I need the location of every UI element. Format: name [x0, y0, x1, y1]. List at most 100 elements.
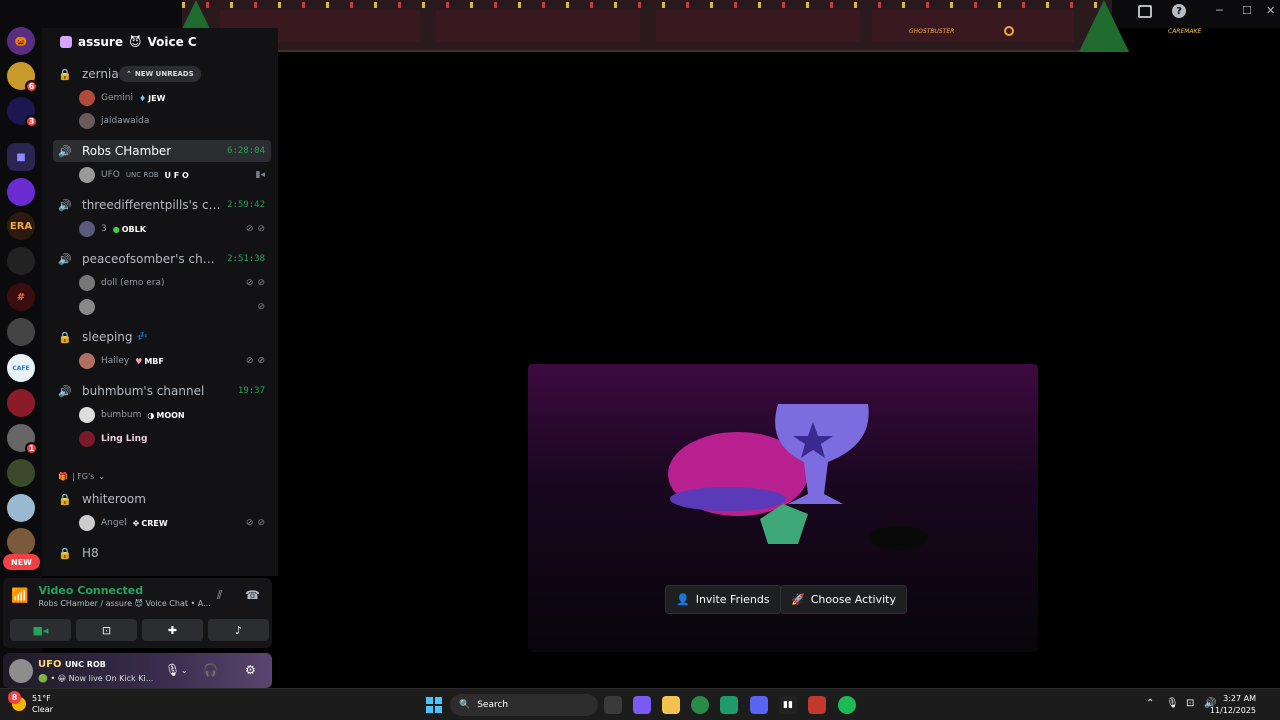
voice-member[interactable]: bumbum ◑ MOON	[79, 405, 271, 425]
activities-button[interactable]: ✚	[142, 619, 203, 641]
server-icon[interactable]	[7, 494, 35, 522]
maximize-icon[interactable]: ☐	[1242, 4, 1252, 17]
chevron-down-icon: ⌄	[98, 472, 106, 481]
home-icon	[60, 36, 72, 48]
close-icon[interactable]: ✕	[1266, 4, 1275, 17]
voice-member[interactable]: ⊘	[79, 297, 271, 317]
mic-muted-icon: ⊘	[245, 518, 254, 528]
taskbar-search[interactable]: 🔍 Search	[450, 694, 598, 716]
new-unreads-pill[interactable]: ⌃ NEW UNREADS	[119, 66, 201, 82]
channel-buhmbum[interactable]: 🔊 buhmbum's channel 19:37	[53, 380, 271, 402]
channel-list: ⌃ NEW UNREADS 🔒 zerniaa' Gemini ♦ JEW jaidaw…	[42, 28, 278, 576]
lock-icon: 🔒	[58, 546, 72, 560]
server-icon[interactable]	[7, 247, 35, 275]
choose-activity-button[interactable]: 🚀 Choose Activity	[780, 585, 907, 614]
invite-friends-button[interactable]: 👤 Invite Friends	[665, 585, 781, 614]
channel-peaceofsomber[interactable]: 🔊 peaceofsomber's channel 2:51:38	[53, 248, 271, 270]
server-icon[interactable]: 6	[7, 62, 38, 93]
server-icon[interactable]	[7, 318, 35, 346]
server-icon[interactable]: 🎃	[7, 27, 35, 55]
folder-icon[interactable]: ■	[7, 143, 35, 171]
channel-h8[interactable]: 🔒 H8	[53, 542, 271, 564]
guild-emoji: 😈	[128, 35, 142, 49]
soundboard-button[interactable]: ♪	[208, 619, 269, 641]
channel-threedifferentpills[interactable]: 🔊 threedifferentpills's cha... 2:59:42	[53, 194, 271, 216]
audio-app-icon[interactable]: ▮▮	[779, 696, 797, 714]
server-icon[interactable]	[7, 459, 35, 487]
minimize-icon[interactable]: ─	[1216, 4, 1223, 17]
voice-member[interactable]: doll (emo era) ⊘ ⊘	[79, 273, 271, 293]
avatar	[79, 113, 95, 129]
voice-member[interactable]: Angel ✥ CREW ⊘ ⊘	[79, 513, 271, 533]
windows-start-icon[interactable]	[426, 697, 442, 713]
category-fgs[interactable]: 🎁 | FG's ⌄	[58, 472, 105, 481]
avatar[interactable]	[9, 659, 33, 683]
network-icon[interactable]: ⊡	[1186, 698, 1194, 709]
task-view-icon[interactable]	[604, 696, 622, 714]
voice-status-title[interactable]: Video Connected	[38, 584, 210, 597]
help-icon[interactable]: ?	[1172, 4, 1186, 18]
channel-sleeping[interactable]: 🔒 sleeping 💤	[53, 326, 271, 348]
deco-ornament-icon	[1004, 26, 1014, 36]
app-icon[interactable]	[808, 696, 826, 714]
server-icon[interactable]	[7, 389, 35, 417]
signal-icon[interactable]: 📶	[11, 588, 28, 604]
headphones-icon[interactable]: 🎧	[203, 663, 218, 677]
microphone-icon[interactable]: 🎙	[1166, 698, 1179, 709]
user-panel: UFO UNC ROB 🟢 • 😀 Now live On Kick Ki...…	[3, 653, 272, 688]
spotify-icon[interactable]	[838, 696, 856, 714]
server-icon[interactable]: #	[7, 283, 35, 311]
voice-member[interactable]: jaidawaida	[79, 111, 271, 131]
weather-widget[interactable]: 8 51°F Clear	[8, 691, 53, 715]
channel-whiteroom[interactable]: 🔒 whiteroom	[53, 488, 271, 510]
inbox-icon[interactable]	[1138, 5, 1152, 18]
copilot-icon[interactable]	[633, 696, 651, 714]
voice-member[interactable]: UFO UNC ROB U F O ▮◂	[79, 165, 271, 185]
server-icon[interactable]	[7, 178, 35, 206]
chevron-up-icon[interactable]: ⌃	[1146, 698, 1154, 709]
voice-member[interactable]: Ling Ling	[79, 429, 271, 449]
guild-channel-suffix: Voice C	[147, 35, 197, 49]
microphone-icon[interactable]: 🎙	[165, 663, 180, 677]
server-icon[interactable]: 1	[7, 424, 38, 455]
avatar	[79, 167, 95, 183]
member-tag: ♥ MBF	[135, 356, 164, 366]
system-clock[interactable]: 3:27 AM 11/12/2025	[1210, 693, 1256, 717]
deco-username: CAREMAKE	[1168, 28, 1202, 35]
noise-suppression-icon[interactable]: ⫽	[217, 588, 222, 603]
mention-badge: 1	[25, 442, 38, 455]
diamond-icon: ♦	[138, 93, 147, 103]
server-icon[interactable]: 3	[7, 97, 38, 128]
disconnect-icon[interactable]: ☎	[245, 588, 260, 602]
member-tag: U F O	[164, 170, 189, 180]
screen-share-button[interactable]: ⊡	[76, 619, 137, 641]
voice-member[interactable]: Hailey ♥ MBF ⊘ ⊘	[79, 351, 271, 371]
discord-icon[interactable]	[750, 696, 768, 714]
search-icon: 🔍	[459, 700, 471, 710]
server-icon[interactable]: ERA	[7, 212, 35, 240]
voice-member[interactable]: 3 ● OBLK ⊘ ⊘	[79, 219, 271, 239]
voice-status-subtitle[interactable]: Robs CHamber / assure 😈 Voice Chat • A..…	[38, 599, 210, 608]
voice-member[interactable]: Gemini ♦ JEW	[79, 88, 271, 108]
camera-button[interactable]: ■◂	[10, 619, 71, 641]
new-servers-pill[interactable]: NEW	[3, 554, 40, 570]
chrome-icon[interactable]	[691, 696, 709, 714]
camera-icon: ■◂	[32, 623, 49, 637]
settings-gear-icon[interactable]: ⚙	[245, 663, 256, 677]
custom-status[interactable]: 🟢 • 😀 Now live On Kick Ki...	[38, 674, 153, 683]
chevron-down-icon[interactable]: ⌄	[181, 666, 188, 675]
app-icon[interactable]	[720, 696, 738, 714]
channel-robs-chamber[interactable]: 🔊 Robs CHamber 6:28:04	[53, 140, 271, 162]
file-explorer-icon[interactable]	[662, 696, 680, 714]
username[interactable]: UFO UNC ROB	[38, 659, 106, 670]
server-icon[interactable]: CAFE	[7, 354, 35, 382]
avatar	[79, 221, 95, 237]
chevron-up-icon: ⌃	[126, 70, 132, 78]
member-tag: ● OBLK	[112, 224, 146, 234]
voice-connection-panel: 📶 Video Connected Robs CHamber / assure …	[3, 578, 272, 648]
server-icon[interactable]	[7, 528, 35, 556]
deco-panel	[436, 10, 640, 42]
weather-sun-icon: 8	[8, 691, 26, 711]
windows-taskbar: 8 51°F Clear 🔍 Search ▮▮ ⌃ 🎙 ⊡ 🔊 3:27 AM 11…	[0, 688, 1280, 720]
guild-header[interactable]: assure 😈 Voice C	[42, 28, 278, 56]
